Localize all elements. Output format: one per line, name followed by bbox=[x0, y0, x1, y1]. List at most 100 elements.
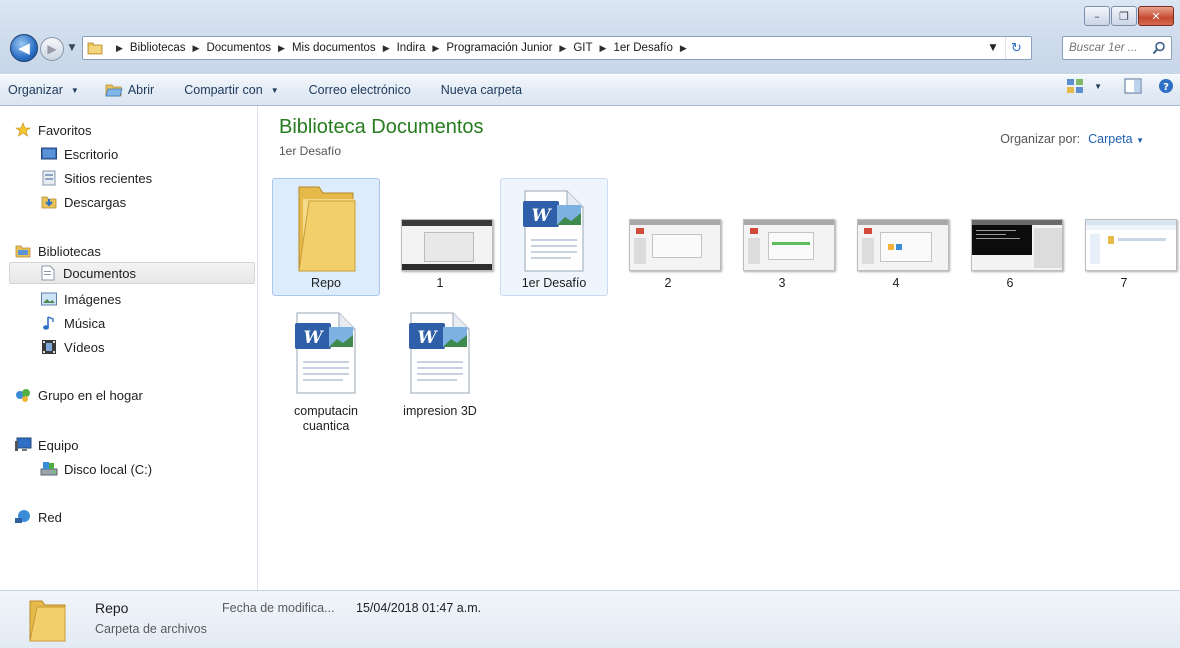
breadcrumb-git[interactable]: GIT bbox=[573, 42, 592, 54]
sidebar-item-documents[interactable]: Documentos bbox=[9, 262, 255, 284]
library-subtitle: 1er Desafío bbox=[279, 144, 342, 158]
folder-icon bbox=[29, 600, 66, 642]
share-label: Compartir con bbox=[184, 83, 263, 97]
breadcrumb-separator[interactable]: ▶ bbox=[116, 43, 123, 54]
navigation-row: ◀ ▶ ▼ ▶ Bibliotecas ▶ Documentos ▶ Mis d… bbox=[8, 34, 1172, 62]
sidebar-item-label: Disco local (C:) bbox=[64, 461, 153, 477]
file-name: 7 bbox=[1120, 276, 1128, 290]
address-bar[interactable]: ▶ Bibliotecas ▶ Documentos ▶ Mis documen… bbox=[82, 36, 1032, 60]
homegroup-icon bbox=[14, 386, 32, 404]
breadcrumb-separator[interactable]: ▶ bbox=[383, 43, 390, 54]
downloads-icon bbox=[40, 193, 58, 211]
preview-pane-icon[interactable] bbox=[1124, 78, 1142, 94]
command-bar: Organizar ▼ Abrir Compartir con ▼ Correo e… bbox=[0, 74, 1180, 106]
file-item-7[interactable]: 7 bbox=[1070, 178, 1178, 296]
sidebar-item-libraries[interactable]: Bibliotecas bbox=[14, 240, 101, 262]
sidebar-item-label: Escritorio bbox=[64, 146, 119, 162]
open-button[interactable]: Abrir bbox=[97, 78, 162, 102]
file-item-computacin-cuantica[interactable]: W computacin cuantica bbox=[272, 306, 380, 436]
breadcrumb-separator[interactable]: ▶ bbox=[680, 43, 687, 54]
sidebar-item-label: Bibliotecas bbox=[38, 243, 101, 259]
breadcrumb-1er-desafio[interactable]: 1er Desafío bbox=[613, 42, 672, 54]
search-input[interactable] bbox=[1069, 37, 1151, 59]
breadcrumb-mis-documentos[interactable]: Mis documentos bbox=[292, 42, 376, 54]
sidebar-item-label: Descargas bbox=[64, 194, 127, 210]
svg-text:?: ? bbox=[1163, 82, 1169, 93]
recent-places-icon bbox=[40, 169, 58, 187]
help-icon[interactable]: ? bbox=[1158, 78, 1174, 94]
minimize-button[interactable]: – bbox=[1084, 6, 1110, 26]
history-dropdown[interactable]: ▼ bbox=[66, 42, 78, 54]
back-button[interactable]: ◀ bbox=[10, 34, 38, 62]
breadcrumb-documentos[interactable]: Documentos bbox=[206, 42, 271, 54]
chevron-down-icon: ▼ bbox=[70, 85, 79, 95]
chevron-down-icon: ▼ bbox=[1136, 136, 1144, 145]
file-view: Biblioteca Documentos 1er Desafío Organi… bbox=[259, 106, 1180, 590]
file-item-2[interactable]: 2 bbox=[614, 178, 722, 296]
search-box[interactable] bbox=[1062, 36, 1172, 60]
file-item-impresion-3d[interactable]: W impresion 3D bbox=[386, 306, 494, 424]
file-item-1[interactable]: 1 bbox=[386, 178, 494, 296]
new-folder-label: Nueva carpeta bbox=[440, 83, 523, 97]
refresh-button[interactable]: ↻ bbox=[1005, 37, 1027, 59]
arrow-right-icon: ▶ bbox=[47, 42, 57, 56]
breadcrumb-separator[interactable]: ▶ bbox=[278, 43, 285, 54]
modified-date-label: Fecha de modifica... bbox=[222, 601, 335, 615]
arrange-by-label: Organizar por: bbox=[1000, 132, 1081, 146]
maximize-button[interactable]: ❐ bbox=[1111, 6, 1137, 26]
breadcrumb-separator[interactable]: ▶ bbox=[193, 43, 200, 54]
file-item-3[interactable]: 3 bbox=[728, 178, 836, 296]
chevron-down-icon[interactable]: ▼ bbox=[1094, 82, 1102, 91]
pictures-icon bbox=[40, 290, 58, 308]
breadcrumb-bibliotecas[interactable]: Bibliotecas bbox=[130, 42, 186, 54]
share-with-button[interactable]: Compartir con ▼ bbox=[176, 78, 286, 102]
sidebar-item-label: Sitios recientes bbox=[64, 170, 153, 186]
chevron-down-icon: ▼ bbox=[989, 43, 997, 53]
image-thumbnail bbox=[743, 219, 835, 271]
close-button[interactable]: ✕ bbox=[1138, 6, 1174, 26]
new-folder-button[interactable]: Nueva carpeta bbox=[433, 78, 530, 102]
arrange-by-dropdown[interactable]: Carpeta ▼ bbox=[1088, 132, 1144, 146]
file-item-repo[interactable]: Repo bbox=[272, 178, 380, 296]
image-thumbnail bbox=[401, 219, 493, 271]
folder-icon bbox=[298, 186, 356, 272]
selected-item-name: Repo bbox=[95, 600, 129, 616]
sidebar-item-images[interactable]: Imágenes bbox=[40, 288, 121, 310]
file-name: 1 bbox=[436, 276, 444, 290]
chevron-down-icon: ▼ bbox=[270, 85, 279, 95]
email-button[interactable]: Correo electrónico bbox=[301, 78, 419, 102]
breadcrumb-separator[interactable]: ▶ bbox=[559, 43, 566, 54]
sidebar-item-network[interactable]: Red bbox=[14, 506, 62, 528]
file-name: Repo bbox=[311, 276, 341, 290]
file-name: 3 bbox=[778, 276, 786, 290]
file-item-6[interactable]: 6 bbox=[956, 178, 1064, 296]
sidebar-item-desktop[interactable]: Escritorio bbox=[40, 143, 118, 165]
file-item-1er-desafio[interactable]: W 1er Desafío bbox=[500, 178, 608, 296]
sidebar-item-videos[interactable]: Vídeos bbox=[40, 336, 104, 358]
file-item-4[interactable]: 4 bbox=[842, 178, 950, 296]
breadcrumb-separator[interactable]: ▶ bbox=[432, 43, 439, 54]
breadcrumb-programacion-junior[interactable]: Programación Junior bbox=[446, 42, 552, 54]
search-icon[interactable] bbox=[1152, 41, 1166, 55]
document-icon bbox=[39, 264, 57, 282]
star-icon bbox=[14, 121, 32, 139]
view-options-icon[interactable] bbox=[1066, 78, 1084, 94]
sidebar-item-computer[interactable]: Equipo bbox=[14, 434, 78, 456]
breadcrumb: ▶ Bibliotecas ▶ Documentos ▶ Mis documen… bbox=[109, 37, 694, 59]
file-name: impresion 3D bbox=[403, 404, 477, 418]
sidebar-item-label: Red bbox=[38, 509, 62, 525]
sidebar-item-homegroup[interactable]: Grupo en el hogar bbox=[14, 384, 143, 406]
sidebar-item-recent[interactable]: Sitios recientes bbox=[40, 167, 152, 189]
sidebar-item-music[interactable]: Música bbox=[40, 312, 105, 334]
organize-button[interactable]: Organizar ▼ bbox=[0, 78, 87, 102]
sidebar-item-local-disk[interactable]: Disco local (C:) bbox=[40, 458, 152, 480]
address-dropdown-button[interactable]: ▼ bbox=[985, 37, 1001, 59]
forward-button[interactable]: ▶ bbox=[40, 37, 64, 61]
sidebar-item-downloads[interactable]: Descargas bbox=[40, 191, 126, 213]
breadcrumb-indira[interactable]: Indira bbox=[397, 42, 426, 54]
explorer-window: – ❐ ✕ ◀ ▶ ▼ ▶ Bibliotecas ▶ Documentos ▶… bbox=[0, 0, 1180, 648]
word-document-icon: W bbox=[409, 312, 470, 394]
sidebar-item-favorites[interactable]: Favoritos bbox=[14, 119, 91, 141]
breadcrumb-separator[interactable]: ▶ bbox=[600, 43, 607, 54]
image-thumbnail bbox=[1085, 219, 1177, 271]
